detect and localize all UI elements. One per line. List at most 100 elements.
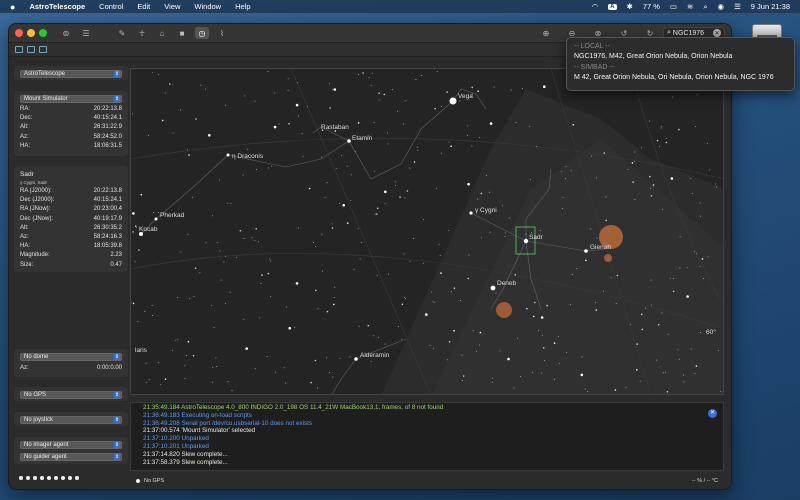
background-star: [605, 196, 607, 198]
background-star: [267, 71, 269, 73]
edit-icon[interactable]: ✎: [115, 27, 129, 39]
page-indicator[interactable]: [19, 476, 79, 480]
close-window-button[interactable]: [15, 29, 23, 37]
object-value: 2.23: [110, 252, 122, 259]
account-icon[interactable]: ◉: [718, 2, 725, 11]
background-star: [315, 289, 317, 292]
bluetooth-icon[interactable]: ✱: [627, 2, 633, 11]
lock-icon[interactable]: ⌂: [155, 27, 169, 39]
tracking-icon[interactable]: ◷: [195, 27, 209, 39]
apple-menu-icon[interactable]: ●: [10, 2, 15, 12]
object-label: HA:: [20, 243, 31, 250]
spotlight-search-icon[interactable]: ⌕: [703, 2, 707, 12]
background-star: [450, 145, 452, 148]
control-center-mini-icon[interactable]: ◠: [592, 2, 599, 11]
menubar-clock[interactable]: 9 Jun 21:38: [751, 2, 790, 11]
menu-window[interactable]: Window: [194, 2, 221, 11]
star-alderamin: [354, 357, 358, 361]
background-star: [205, 88, 207, 90]
antenna-icon[interactable]: ⌇: [215, 27, 229, 39]
sky-map-canvas[interactable]: Vega Rastaban Etamin η Draconis Pherkad …: [131, 69, 724, 395]
wifi-icon[interactable]: ≋: [687, 2, 693, 11]
page-dot[interactable]: [54, 476, 58, 480]
simbad-results-header: -- SIMBAD --: [574, 64, 615, 71]
background-star: [212, 367, 214, 369]
sky-map[interactable]: Vega Rastaban Etamin η Draconis Pherkad …: [130, 68, 724, 395]
object-label: Az:: [20, 234, 29, 241]
star-eta-draconis: [226, 153, 230, 157]
mount-select[interactable]: Mount Simulator ⇕: [20, 95, 122, 103]
menu-help[interactable]: Help: [235, 2, 250, 11]
page-dot[interactable]: [47, 476, 51, 480]
image-view-icon[interactable]: [39, 46, 47, 53]
background-star: [329, 107, 331, 109]
background-star: [475, 350, 477, 352]
background-star: [218, 179, 220, 181]
control-center-icon[interactable]: ☰: [734, 2, 741, 11]
gps-select[interactable]: No GPS ⇕: [20, 391, 122, 399]
guider-agent-select[interactable]: No guider agent ⇕: [20, 453, 122, 461]
background-star: [317, 387, 318, 389]
menu-control[interactable]: Control: [99, 2, 123, 11]
local-result-item[interactable]: NGC1976, M42, Great Orion Nebula, Orion …: [574, 51, 787, 63]
background-star: [184, 378, 186, 380]
page-dot[interactable]: [68, 476, 72, 480]
background-star: [152, 315, 154, 317]
background-star: [340, 154, 342, 156]
agent-select[interactable]: AstroTelescope ⇕: [20, 70, 122, 78]
page-dot[interactable]: [33, 476, 37, 480]
reload-icon[interactable]: ⊜: [59, 27, 73, 39]
background-star: [216, 241, 218, 243]
minimize-window-button[interactable]: [27, 29, 35, 37]
background-star: [468, 254, 470, 256]
joystick-select[interactable]: No joystick ⇕: [20, 416, 122, 424]
stop-icon[interactable]: ■: [175, 27, 189, 39]
sidebar-toggle-icon[interactable]: [15, 46, 23, 53]
background-star: [584, 388, 586, 390]
background-star: [666, 391, 669, 393]
mount-select-value: Mount Simulator: [24, 96, 68, 102]
menu-app-name[interactable]: AstroTelescope: [29, 2, 85, 11]
background-star: [321, 233, 323, 235]
background-star: [349, 356, 351, 358]
background-star: [423, 219, 425, 221]
dome-select[interactable]: No dome ⇕: [20, 353, 122, 361]
background-star: [229, 291, 231, 293]
background-star: [397, 110, 398, 112]
log-toggle-icon[interactable]: [27, 46, 35, 53]
imager-agent-select[interactable]: No imager agent ⇕: [20, 441, 122, 449]
background-star: [664, 371, 666, 373]
clear-log-icon[interactable]: ✕: [708, 409, 717, 418]
background-star: [295, 282, 299, 285]
clear-search-icon[interactable]: ✕: [713, 29, 721, 37]
page-dot[interactable]: [26, 476, 30, 480]
log-panel[interactable]: 21:35:49.184 AstroTelescope 4.0_800 INDI…: [130, 402, 724, 471]
background-star: [164, 92, 166, 94]
background-star: [261, 274, 263, 276]
page-dot[interactable]: [40, 476, 44, 480]
page-dot[interactable]: [75, 476, 79, 480]
zoom-in-icon[interactable]: ⊕: [539, 27, 553, 39]
background-star: [180, 251, 182, 253]
background-star: [436, 71, 438, 73]
background-star: [432, 301, 434, 303]
background-star: [686, 266, 688, 268]
object-search-input[interactable]: [672, 29, 713, 37]
person-icon[interactable]: ☥: [135, 27, 149, 39]
battery-status[interactable]: 77 %: [643, 2, 660, 11]
page-dot[interactable]: [19, 476, 23, 480]
menu-view[interactable]: View: [164, 2, 180, 11]
menu-edit[interactable]: Edit: [137, 2, 150, 11]
page-dot[interactable]: [61, 476, 65, 480]
list-icon[interactable]: ☰: [79, 27, 93, 39]
input-source-badge[interactable]: A: [608, 3, 617, 10]
background-star: [324, 196, 326, 198]
background-star: [530, 178, 532, 180]
background-star: [662, 208, 663, 210]
zoom-window-button[interactable]: [39, 29, 47, 37]
background-star: [440, 272, 442, 274]
simbad-result-item[interactable]: M 42, Great Orion Nebula, Ori Nebula, Or…: [574, 72, 787, 84]
background-star: [462, 375, 465, 377]
background-star: [642, 328, 643, 330]
background-star: [383, 93, 386, 96]
